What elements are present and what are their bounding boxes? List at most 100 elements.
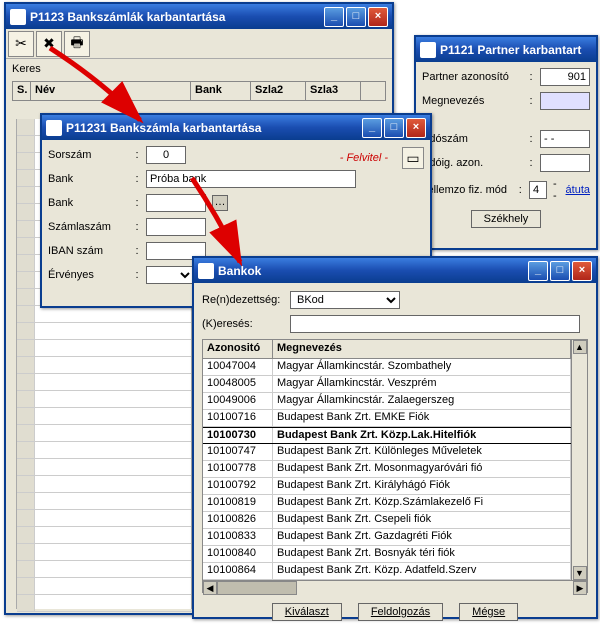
bankok-title: Bankok: [218, 264, 528, 278]
app-icon: [420, 42, 436, 58]
cell-id: 10100840: [203, 546, 273, 562]
partner-name-input[interactable]: [540, 92, 590, 110]
table-row[interactable]: 10100819Budapest Bank Zrt. Közp.Számlake…: [203, 495, 571, 512]
partner-ado-input[interactable]: [540, 130, 590, 148]
partner-titlebar: P1121 Partner karbantart: [416, 37, 596, 62]
partner-window: P1121 Partner karbantart Partner azonosí…: [414, 35, 598, 250]
scroll-left-icon[interactable]: ◀: [203, 581, 217, 595]
bankok-titlebar: Bankok _ □ ×: [194, 258, 596, 283]
cell-name: Budapest Bank Zrt. Közp. Adatfeld.Szerv: [273, 563, 571, 579]
cell-id: 10048005: [203, 376, 273, 392]
form-tool-icon[interactable]: ▭: [402, 147, 424, 169]
col-s[interactable]: S.: [13, 82, 31, 100]
cell-name: Magyar Államkincstár. Zalaegerszeg: [273, 393, 571, 409]
sorszam-input[interactable]: [146, 146, 186, 164]
table-row[interactable]: 10049006Magyar Államkincstár. Zalaegersz…: [203, 393, 571, 410]
search-label: (K)eresés:: [202, 318, 284, 330]
minimize-button[interactable]: _: [324, 7, 344, 27]
main-grid-header: S. Név Bank Szla2 Szla3: [12, 81, 386, 101]
bank2-label: Bank: [48, 197, 128, 209]
scroll-right-icon[interactable]: ▶: [573, 581, 587, 595]
table-row[interactable]: 10048005Magyar Államkincstár. Veszprém: [203, 376, 571, 393]
partner-title: P1121 Partner karbantart: [440, 43, 592, 57]
cell-id: 10100730: [203, 428, 273, 443]
partner-id-label: Partner azonosító: [422, 71, 522, 83]
process-button[interactable]: Feldolgozás: [358, 603, 443, 621]
scroll-up-icon[interactable]: ▲: [573, 340, 587, 354]
table-row[interactable]: 10100864Budapest Bank Zrt. Közp. Adatfel…: [203, 563, 571, 580]
app-icon: [46, 120, 62, 136]
table-row[interactable]: 10100778Budapest Bank Zrt. Mosonmagyaróv…: [203, 461, 571, 478]
table-row[interactable]: 10100792Budapest Bank Zrt. Királyhágó Fi…: [203, 478, 571, 495]
bankok-grid-body: 10047004Magyar Államkincstár. Szombathel…: [203, 359, 571, 580]
app-icon: [198, 263, 214, 279]
main-toolbar: ✂ ✖ 🖶: [6, 29, 392, 59]
maximize-button[interactable]: □: [346, 7, 366, 27]
select-button[interactable]: Kiválaszt: [272, 603, 342, 621]
tool-scissors-icon[interactable]: ✂: [8, 31, 34, 57]
bankok-grid: Azonositó Megnevezés 10047004Magyar Álla…: [202, 339, 588, 593]
cell-id: 10100826: [203, 512, 273, 528]
partner-id-input[interactable]: [540, 68, 590, 86]
main-title: P1123 Bankszámlák karbantartása: [30, 10, 324, 24]
vscrollbar[interactable]: ▲ ▼: [571, 340, 587, 580]
szamlaszam-label: Számlaszám: [48, 221, 128, 233]
iban-label: IBAN szám: [48, 245, 128, 257]
table-row[interactable]: 10100747Budapest Bank Zrt. Különleges Mű…: [203, 444, 571, 461]
cell-id: 10100792: [203, 478, 273, 494]
table-row[interactable]: 10047004Magyar Államkincstár. Szombathel…: [203, 359, 571, 376]
search-input[interactable]: [290, 315, 580, 333]
szekhely-button[interactable]: Székhely: [471, 210, 542, 228]
bank1-input[interactable]: [146, 170, 356, 188]
col-szla3[interactable]: Szla3: [306, 82, 361, 100]
tool-print-icon[interactable]: 🖶: [64, 31, 90, 57]
col-szla2[interactable]: Szla2: [251, 82, 306, 100]
cell-name: Magyar Államkincstár. Veszprém: [273, 376, 571, 392]
col-bank[interactable]: Bank: [191, 82, 251, 100]
hscrollbar[interactable]: ◀ ▶: [203, 580, 587, 595]
edit-title: P11231 Bankszámla karbantartása: [66, 121, 362, 135]
col-azonosito[interactable]: Azonositó: [203, 340, 273, 358]
cell-name: Budapest Bank Zrt. Bosnyák téri fiók: [273, 546, 571, 562]
minimize-button[interactable]: _: [362, 118, 382, 138]
maximize-button[interactable]: □: [384, 118, 404, 138]
partner-adoig-input[interactable]: [540, 154, 590, 172]
hscroll-thumb[interactable]: [217, 581, 297, 595]
bank2-input[interactable]: [146, 194, 206, 212]
partner-name-label: Megnevezés: [422, 95, 522, 107]
partner-fiz-input[interactable]: [529, 181, 547, 199]
bank-lookup-button[interactable]: …: [212, 195, 228, 211]
table-row[interactable]: 10100840Budapest Bank Zrt. Bosnyák téri …: [203, 546, 571, 563]
table-row[interactable]: 10100833Budapest Bank Zrt. Gazdagréti Fi…: [203, 529, 571, 546]
cell-id: 10100747: [203, 444, 273, 460]
cell-id: 10100864: [203, 563, 273, 579]
cell-name: Budapest Bank Zrt. Mosonmagyaróvári fió: [273, 461, 571, 477]
szamlaszam-input[interactable]: [146, 218, 206, 236]
sort-select[interactable]: BKod: [290, 291, 400, 309]
ervenyes-label: Érvényes: [48, 269, 128, 281]
main-titlebar: P1123 Bankszámlák karbantartása _ □ ×: [6, 4, 392, 29]
ervenyes-select[interactable]: [146, 266, 194, 284]
table-row[interactable]: 10100716Budapest Bank Zrt. EMKE Fiók: [203, 410, 571, 427]
tool-x-icon[interactable]: ✖: [36, 31, 62, 57]
sort-label: Re(n)dezettség:: [202, 294, 284, 306]
table-row[interactable]: 10100730Budapest Bank Zrt. Közp.Lak.Hite…: [203, 427, 571, 444]
col-nev[interactable]: Név: [31, 82, 191, 100]
partner-fiz-link[interactable]: átuta: [566, 184, 590, 196]
cell-id: 10100819: [203, 495, 273, 511]
close-button[interactable]: ×: [572, 261, 592, 281]
minimize-button[interactable]: _: [528, 261, 548, 281]
sorszam-label: Sorszám: [48, 149, 128, 161]
app-icon: [10, 9, 26, 25]
cancel-button[interactable]: Mégse: [459, 603, 518, 621]
bankok-window: Bankok _ □ × Re(n)dezettség: BKod (K)ere…: [192, 256, 598, 619]
scroll-down-icon[interactable]: ▼: [573, 566, 587, 580]
table-row[interactable]: 10100826Budapest Bank Zrt. Csepeli fiók: [203, 512, 571, 529]
cell-name: Budapest Bank Zrt. Csepeli fiók: [273, 512, 571, 528]
col-megnevezes[interactable]: Megnevezés: [273, 340, 571, 358]
cell-name: Magyar Államkincstár. Szombathely: [273, 359, 571, 375]
cell-name: Budapest Bank Zrt. Közp.Lak.Hitelfiók: [273, 428, 571, 443]
close-button[interactable]: ×: [406, 118, 426, 138]
maximize-button[interactable]: □: [550, 261, 570, 281]
close-button[interactable]: ×: [368, 7, 388, 27]
